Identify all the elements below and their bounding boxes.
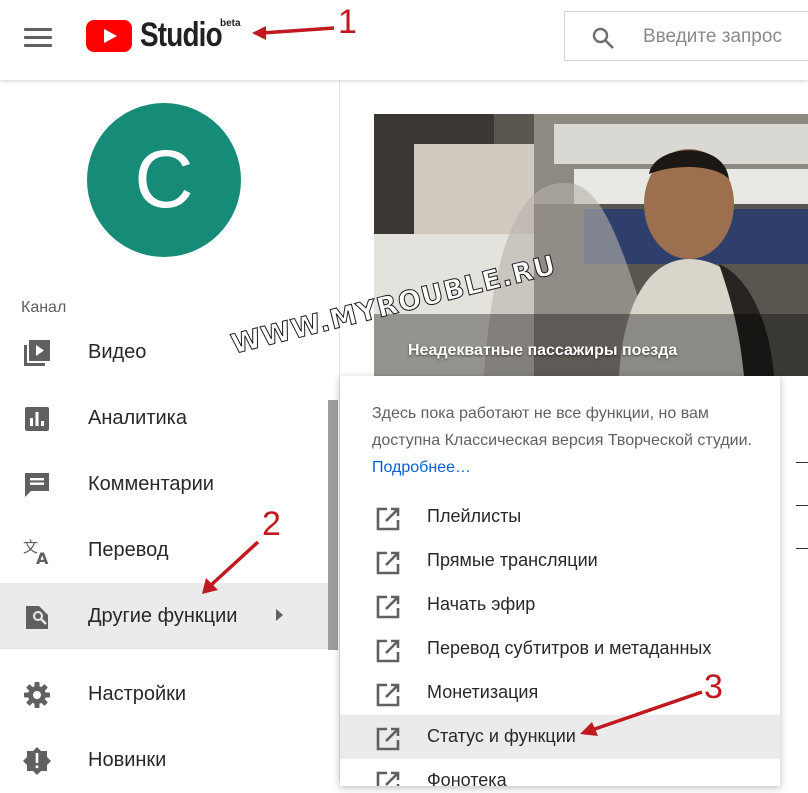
menu-item-label: Монетизация <box>427 682 539 702</box>
open-external-icon <box>376 727 400 751</box>
open-external-icon <box>376 595 400 619</box>
menu-item-live-streams[interactable]: Прямые трансляции <box>340 539 780 583</box>
annotation-arrow-3 <box>580 690 703 736</box>
annotation-arrow-2 <box>202 540 260 594</box>
sidebar-item-other-features[interactable]: Другие функции <box>0 583 328 649</box>
sidebar-item-label: Видео <box>88 340 147 363</box>
submenu-arrow-icon <box>276 609 283 621</box>
comments-icon <box>25 473 49 497</box>
open-external-icon <box>376 683 400 707</box>
menu-item-label: Фонотека <box>427 770 507 786</box>
sidebar-item-whats-new[interactable]: Новинки <box>0 727 328 793</box>
partial-line <box>796 548 808 549</box>
video-thumbnail[interactable]: Неадекватные пассажиры поезда <box>374 114 808 376</box>
menu-item-translations[interactable]: Перевод субтитров и метаданных <box>340 627 780 671</box>
menu-note-text: Здесь пока работают не все функции, но в… <box>372 405 752 449</box>
menu-item-label: Плейлисты <box>427 506 522 526</box>
annotation-number-2: 2 <box>262 505 281 543</box>
search-icon <box>592 27 614 49</box>
open-external-icon <box>376 507 400 531</box>
annotation-arrow-1 <box>252 26 335 40</box>
menu-item-audio-library[interactable]: Фонотека <box>340 759 780 786</box>
sidebar-item-label: Аналитика <box>88 406 187 429</box>
menu-item-label: Прямые трансляции <box>427 550 598 570</box>
annotation-number-3: 3 <box>704 668 723 706</box>
menu-item-go-live[interactable]: Начать эфир <box>340 583 780 627</box>
top-app-bar: Studio beta Введите запрос <box>0 0 808 80</box>
video-title: Неадекватные пассажиры поезда <box>408 342 678 359</box>
annotation-number-1: 1 <box>338 3 357 41</box>
sidebar-scrollbar[interactable] <box>328 400 338 650</box>
channel-avatar[interactable]: C <box>87 103 241 257</box>
analytics-icon <box>25 407 49 431</box>
sidebar-item-label: Новинки <box>88 748 167 771</box>
sidebar-item-analytics[interactable]: Аналитика <box>0 385 328 451</box>
menu-item-label: Статус и функции <box>427 726 576 746</box>
open-external-icon <box>376 639 400 663</box>
sidebar-item-label: Перевод <box>88 538 169 561</box>
menu-item-label: Начать эфир <box>427 594 536 614</box>
whats-new-icon <box>23 747 51 775</box>
partial-line <box>796 505 808 506</box>
menu-item-playlists[interactable]: Плейлисты <box>340 495 780 539</box>
logo-beta-tag: beta <box>220 18 241 29</box>
channel-section-label: Канал <box>21 299 67 316</box>
youtube-studio-logo[interactable]: Studio beta <box>86 16 241 55</box>
hamburger-menu-icon[interactable] <box>24 26 52 50</box>
svg-text:A: A <box>36 549 49 566</box>
other-features-menu: Здесь пока работают не все функции, но в… <box>340 376 780 786</box>
open-external-icon <box>376 551 400 575</box>
video-thumbnail-image <box>374 114 808 376</box>
partial-line <box>796 462 808 463</box>
other-features-icon <box>26 606 48 629</box>
learn-more-link[interactable]: Подробнее… <box>372 459 471 476</box>
logo-studio-text: Studio <box>140 16 223 54</box>
menu-item-label: Перевод субтитров и метаданных <box>427 638 712 658</box>
youtube-play-icon <box>86 19 132 52</box>
video-library-icon <box>24 340 50 366</box>
search-placeholder: Введите запрос <box>643 26 782 47</box>
settings-icon <box>24 682 50 708</box>
translate-icon: 文 A <box>23 538 49 566</box>
sidebar-item-settings[interactable]: Настройки <box>0 661 328 727</box>
menu-note: Здесь пока работают не все функции, но в… <box>372 400 752 481</box>
sidebar-item-label: Другие функции <box>88 604 238 627</box>
open-external-icon <box>376 771 400 786</box>
search-input[interactable]: Введите запрос <box>564 11 808 61</box>
sidebar-item-label: Настройки <box>88 682 187 705</box>
menu-item-status-features[interactable]: Статус и функции <box>340 715 780 759</box>
sidebar-divider-line <box>0 648 328 649</box>
sidebar-item-label: Комментарии <box>88 472 214 495</box>
